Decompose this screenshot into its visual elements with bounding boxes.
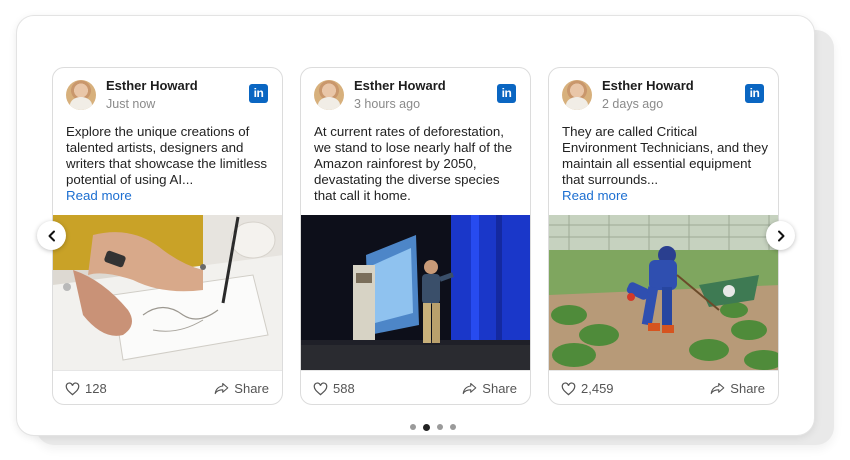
post-footer: 588 Share xyxy=(301,370,530,404)
like-count: 128 xyxy=(85,381,107,396)
post-text: They are called Critical Environment Tec… xyxy=(562,124,772,204)
author-avatar[interactable] xyxy=(314,80,344,110)
share-button[interactable]: Share xyxy=(710,381,765,396)
author-avatar[interactable] xyxy=(562,80,592,110)
heart-icon xyxy=(65,381,80,395)
share-icon xyxy=(462,382,477,395)
read-more-link[interactable]: Read more xyxy=(66,188,276,204)
speaker-on-stage-image xyxy=(301,215,530,370)
heart-icon xyxy=(561,381,576,395)
share-label: Share xyxy=(482,381,517,396)
share-button[interactable]: Share xyxy=(214,381,269,396)
post-time: 2 days ago xyxy=(602,97,664,111)
post-text: Explore the unique creations of talented… xyxy=(66,124,276,204)
author-name[interactable]: Esther Howard xyxy=(354,78,446,93)
chevron-right-icon xyxy=(777,230,784,241)
post-header: Esther Howard 2 days ago in xyxy=(549,68,778,124)
pagination-dot-active[interactable] xyxy=(423,423,430,431)
like-count: 2,459 xyxy=(581,381,614,396)
linkedin-icon[interactable]: in xyxy=(249,84,268,103)
share-icon xyxy=(214,382,229,395)
post-time: 3 hours ago xyxy=(354,97,421,111)
linkedin-icon[interactable]: in xyxy=(745,84,764,103)
like-button[interactable]: 588 xyxy=(313,381,355,396)
post-card[interactable]: Esther Howard 3 hours ago in At current … xyxy=(300,67,531,405)
post-card[interactable]: Esther Howard Just now in Explore the un… xyxy=(52,67,283,405)
post-body: At current rates of deforestation, we st… xyxy=(314,124,513,203)
read-more-link[interactable]: Read more xyxy=(562,188,772,204)
post-image[interactable] xyxy=(549,215,778,370)
post-body: They are called Critical Environment Tec… xyxy=(562,124,768,187)
carousel-next-button[interactable] xyxy=(766,221,795,250)
carousel-prev-button[interactable] xyxy=(37,221,66,250)
like-button[interactable]: 2,459 xyxy=(561,381,614,396)
post-header: Esther Howard 3 hours ago in xyxy=(301,68,530,124)
post-image[interactable] xyxy=(53,215,282,370)
chevron-left-icon xyxy=(48,230,55,241)
post-footer: 2,459 Share xyxy=(549,370,778,404)
like-count: 588 xyxy=(333,381,355,396)
hand-drawing-sketch-image xyxy=(53,215,282,370)
pagination-dot[interactable] xyxy=(450,424,456,430)
post-card[interactable]: Esther Howard 2 days ago in They are cal… xyxy=(548,67,779,405)
post-header: Esther Howard Just now in xyxy=(53,68,282,124)
author-avatar[interactable] xyxy=(66,80,96,110)
post-footer: 128 Share xyxy=(53,370,282,404)
like-button[interactable]: 128 xyxy=(65,381,107,396)
author-name[interactable]: Esther Howard xyxy=(106,78,198,93)
heart-icon xyxy=(313,381,328,395)
linkedin-icon[interactable]: in xyxy=(497,84,516,103)
share-label: Share xyxy=(730,381,765,396)
author-name[interactable]: Esther Howard xyxy=(602,78,694,93)
post-time: Just now xyxy=(106,97,156,111)
pagination-dot[interactable] xyxy=(410,424,416,430)
share-label: Share xyxy=(234,381,269,396)
share-icon xyxy=(710,382,725,395)
post-text: At current rates of deforestation, we st… xyxy=(314,124,524,204)
share-button[interactable]: Share xyxy=(462,381,517,396)
post-image[interactable] xyxy=(301,215,530,370)
pagination-dot[interactable] xyxy=(437,424,443,430)
carousel-pagination xyxy=(410,423,456,431)
worker-in-field-image xyxy=(549,215,778,370)
linkedin-feed-widget: Esther Howard Just now in Explore the un… xyxy=(16,15,815,436)
post-body: Explore the unique creations of talented… xyxy=(66,124,267,187)
